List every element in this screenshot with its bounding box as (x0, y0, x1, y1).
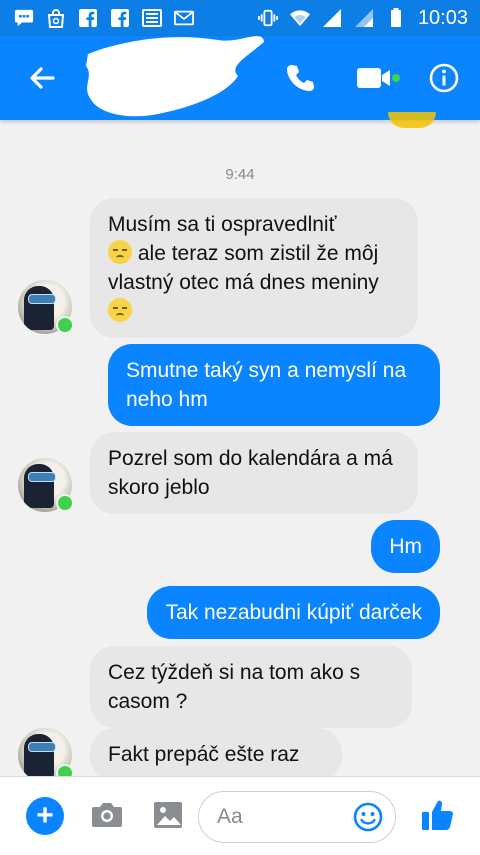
online-status-dot (56, 494, 74, 512)
online-status-dot (56, 316, 74, 334)
plus-icon[interactable]: + (26, 797, 64, 835)
wifi-icon (289, 8, 310, 28)
avatar[interactable] (18, 728, 74, 776)
contact-name-redacted[interactable] (78, 36, 268, 120)
message-text: Pozrel som do kalendára a má skoro jeblo (108, 447, 393, 499)
message-text: Tak nezabudni kúpiť darček (165, 601, 422, 624)
avatar[interactable] (18, 280, 74, 334)
message-composer: + (0, 776, 480, 855)
shopping-bag-icon (46, 8, 66, 28)
outgoing-message[interactable]: Tak nezabudni kúpiť darček (147, 586, 440, 639)
camera-icon[interactable] (90, 799, 124, 831)
message-text: Fakt prepáč ešte raz (108, 743, 300, 766)
battery-icon (386, 8, 406, 28)
video-camera-icon[interactable] (356, 64, 402, 92)
message-list[interactable]: 9:44 Musím sa ti ospravedlniť ale teraz … (0, 120, 480, 776)
incoming-message[interactable]: Musím sa ti ospravedlniť ale teraz som z… (90, 198, 418, 338)
arrow-left-icon[interactable] (26, 62, 58, 94)
facebook-icon (78, 8, 98, 28)
online-status-dot (56, 764, 74, 776)
signal-icon (322, 8, 342, 28)
incoming-message[interactable]: Pozrel som do kalendára a má skoro jeblo (90, 432, 418, 514)
status-bar: 10:03 (0, 0, 480, 36)
facebook-icon (110, 8, 130, 28)
avatar[interactable] (18, 458, 74, 512)
phone-icon[interactable] (284, 62, 316, 94)
outgoing-message[interactable]: Smutne taký syn a nemyslí na neho hm (108, 344, 440, 426)
incoming-message[interactable]: Cez týždeň si na tom ako s casom ? (90, 646, 412, 728)
news-icon (142, 8, 162, 28)
system-status-icons: 10:03 (257, 6, 468, 30)
message-text: Hm (389, 535, 422, 558)
signal-icon (354, 8, 374, 28)
gmail-icon (174, 8, 194, 28)
message-text: Smutne taký syn a nemyslí na neho hm (126, 359, 407, 411)
messenger-notification-icon (14, 8, 34, 28)
message-text: Musím sa ti ospravedlniť (108, 213, 337, 236)
message-text: Cez týždeň si na tom ako s casom ? (108, 661, 361, 713)
vibrate-icon (257, 8, 278, 28)
outgoing-message[interactable]: Hm (371, 520, 440, 573)
notification-icons (14, 8, 194, 28)
disappointed-face-icon (108, 240, 132, 264)
message-timestamp: 9:44 (225, 166, 255, 183)
image-icon[interactable] (152, 799, 184, 831)
info-icon[interactable] (428, 62, 460, 94)
incoming-message[interactable]: Fakt prepáč ešte raz (90, 728, 342, 776)
clock: 10:03 (417, 6, 468, 29)
message-text: ale teraz som zistil že môj vlastný otec… (108, 242, 379, 294)
disappointed-face-icon (108, 298, 132, 322)
thumbs-up-icon[interactable] (420, 797, 456, 833)
emoji-icon[interactable] (352, 801, 384, 833)
conversation-header (0, 36, 480, 120)
